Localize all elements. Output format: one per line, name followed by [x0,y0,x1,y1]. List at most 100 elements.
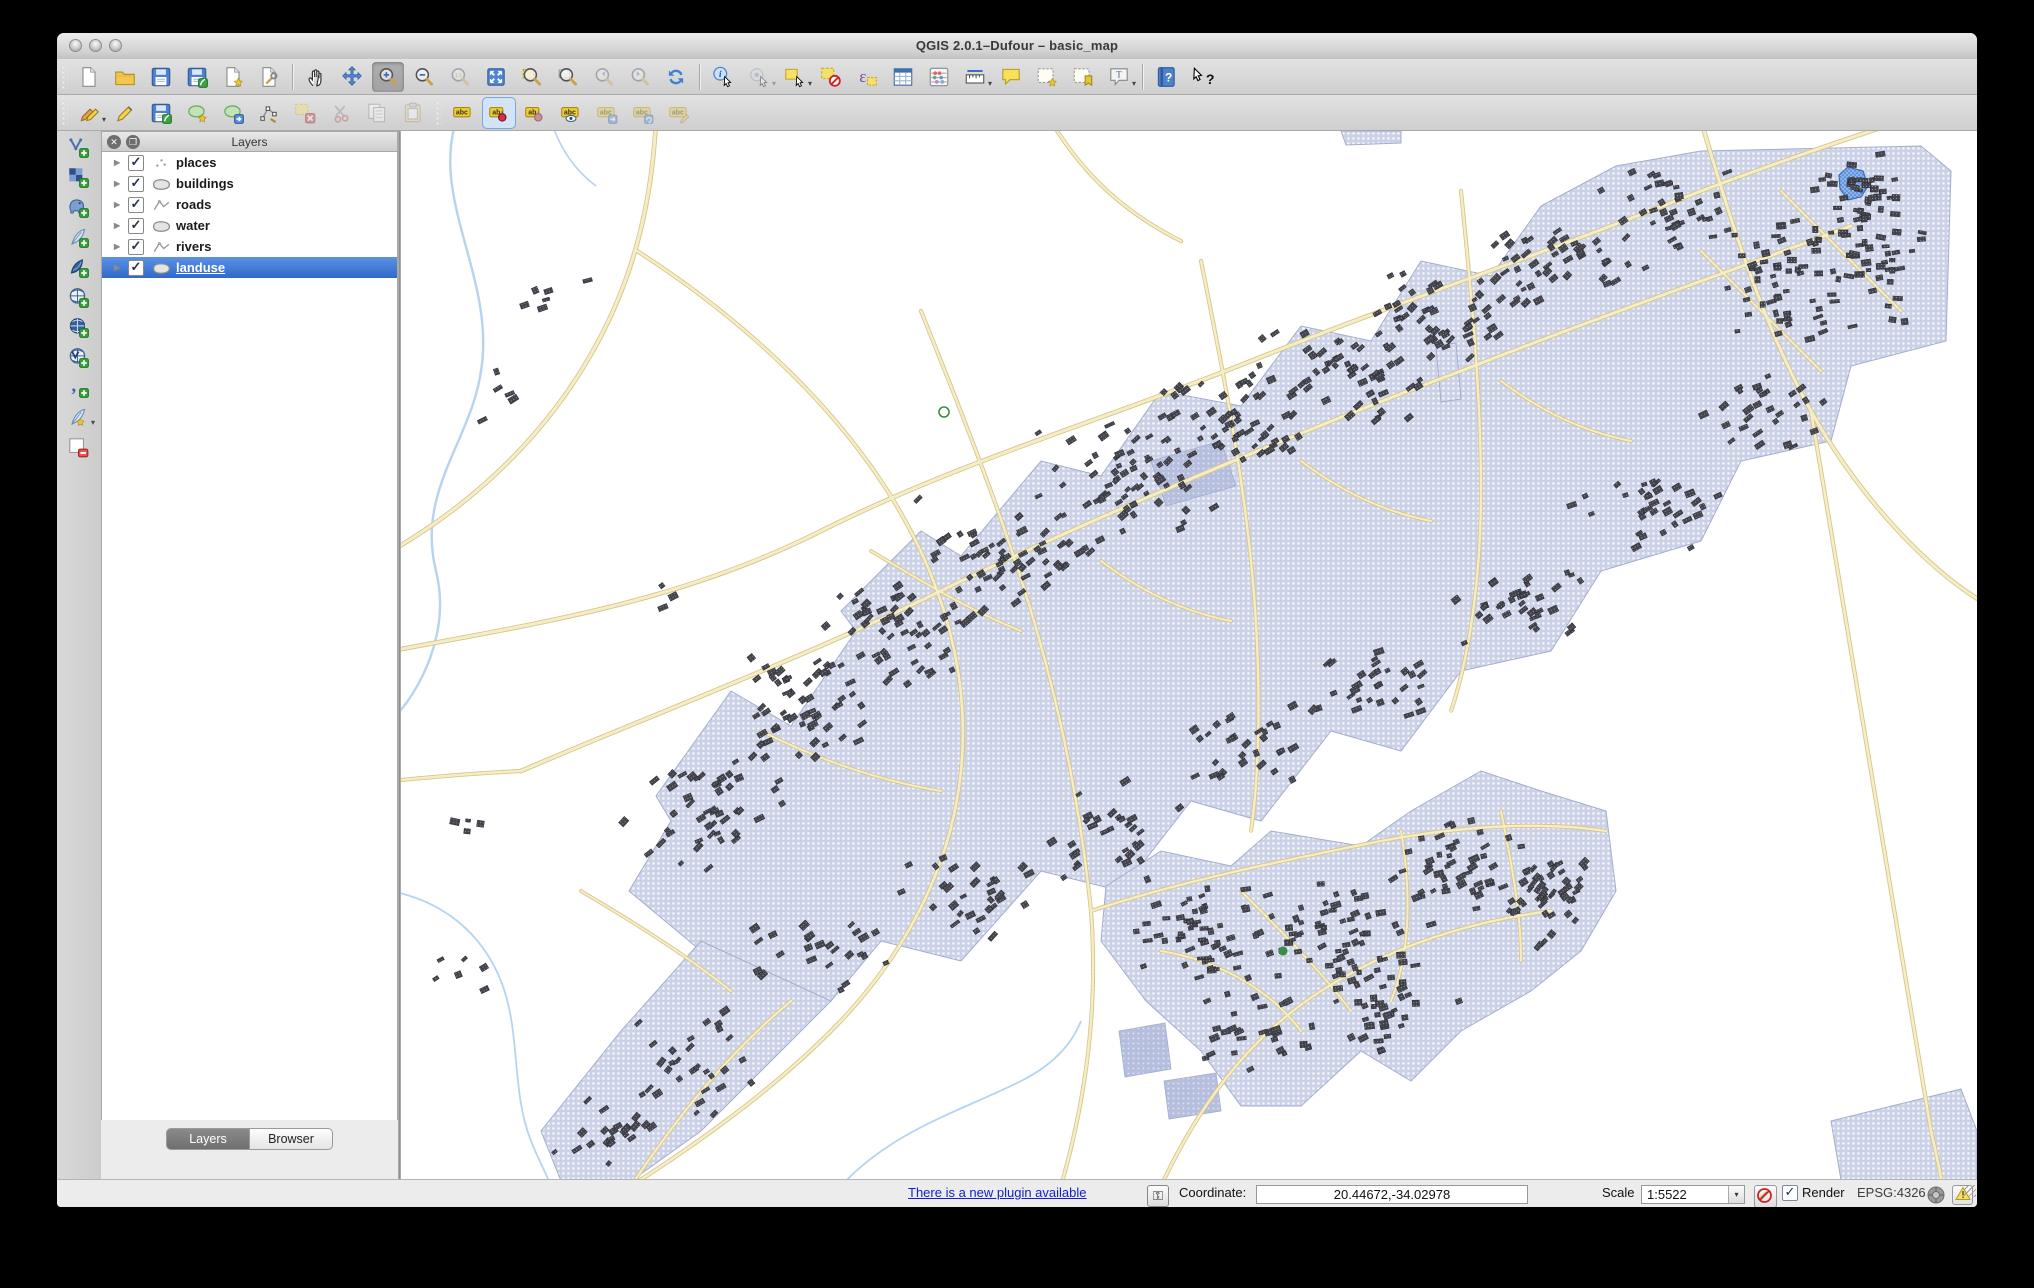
plugin-icon[interactable]: ⚿ [1147,1185,1169,1207]
current-edits-button[interactable]: ▾ [73,98,105,128]
highlight-pinned-labels-button[interactable]: abc [555,98,587,128]
add-wfs-layer-button[interactable] [62,343,94,371]
add-spatialite-layer-button[interactable] [62,223,94,251]
title-bar[interactable]: QGIS 2.0.1–Dufour – basic_map [57,33,1977,60]
save-layer-edits-button[interactable] [145,98,177,128]
add-postgis-layer-button[interactable] [62,193,94,221]
layers-panel-header[interactable]: ✕ ❐ Layers [101,131,398,152]
expand-arrow-icon[interactable]: ▶ [114,179,124,188]
expand-arrow-icon[interactable]: ▶ [114,221,124,230]
zoom-out-button[interactable] [408,62,440,92]
panel-tab-layers[interactable]: Layers [166,1128,250,1150]
paste-features-button [397,98,429,128]
help-contents-button[interactable]: ? [1150,62,1182,92]
layer-row-rivers[interactable]: ▶✓rivers [102,236,397,257]
dropdown-arrow-icon[interactable]: ▾ [808,79,812,88]
layer-labeling-options-button[interactable]: abc [447,98,479,128]
add-vector-layer-icon [66,135,90,159]
pan-to-selection-button[interactable] [336,62,368,92]
scale-dropdown-icon[interactable]: ▾ [1728,1186,1744,1203]
deselect-all-button[interactable] [815,62,847,92]
stop-render-icon[interactable] [1754,1185,1777,1207]
dropdown-arrow-icon[interactable]: ▾ [91,418,95,427]
expand-arrow-icon[interactable]: ▶ [114,200,124,209]
text-annotation-button[interactable]: T▾ [1103,62,1135,92]
dropdown-arrow-icon[interactable]: ▾ [772,79,776,88]
layer-visibility-checkbox[interactable]: ✓ [128,218,144,234]
expand-arrow-icon[interactable]: ▶ [114,263,124,272]
select-features-button[interactable]: ▾ [779,62,811,92]
pin-unpin-labels-button[interactable]: ab [483,98,515,128]
toggle-editing-button[interactable] [109,98,141,128]
layer-visibility-checkbox[interactable]: ✓ [128,176,144,192]
map-canvas[interactable] [401,131,1977,1180]
zoom-last-button [588,62,620,92]
new-spatialite-layer-button[interactable]: ▾ [62,403,94,431]
open-attribute-table-icon [891,65,915,89]
layer-row-water[interactable]: ▶✓water [102,215,397,236]
layer-row-places[interactable]: ▶✓places [102,152,397,173]
add-mssql-layer-button[interactable] [62,253,94,281]
layer-row-roads[interactable]: ▶✓roads [102,194,397,215]
layer-visibility-checkbox[interactable]: ✓ [128,155,144,171]
crs-projector-icon[interactable] [1926,1185,1946,1207]
layer-visibility-checkbox[interactable]: ✓ [128,239,144,255]
new-project-button[interactable] [73,62,105,92]
layer-visibility-checkbox[interactable]: ✓ [128,260,144,276]
zoom-last-icon [592,65,616,89]
layer-row-landuse[interactable]: ▶✓landuse [102,257,397,278]
measure-button[interactable]: ▾ [959,62,991,92]
show-bookmarks-button[interactable] [1067,62,1099,92]
add-raster-layer-button[interactable] [62,163,94,191]
run-feature-action-button: ▾ [743,62,775,92]
move-feature-button[interactable] [217,98,249,128]
zoom-out-icon [412,65,436,89]
open-project-button[interactable] [109,62,141,92]
pan-map-button[interactable] [300,62,332,92]
layer-row-buildings[interactable]: ▶✓buildings [102,173,397,194]
show-hide-labels-button[interactable]: ab [519,98,551,128]
scale-combo[interactable]: 1:5522 ▾ [1641,1185,1745,1204]
dropdown-arrow-icon[interactable]: ▾ [988,79,992,88]
remove-layer-button[interactable] [62,433,94,461]
save-project-as-button[interactable] [181,62,213,92]
refresh-map-button[interactable] [660,62,692,92]
toolbar-grip[interactable] [60,100,68,126]
resize-grip[interactable] [1964,1185,1976,1197]
zoom-full-button[interactable] [480,62,512,92]
new-bookmark-button[interactable] [1031,62,1063,92]
panel-tab-browser[interactable]: Browser [250,1128,333,1150]
map-tips-button[interactable] [995,62,1027,92]
expand-arrow-icon[interactable]: ▶ [114,158,124,167]
zoom-to-selection-button[interactable] [516,62,548,92]
zoom-in-button[interactable] [372,62,404,92]
add-wms-layer-button[interactable] [62,283,94,311]
zoom-to-layer-button[interactable] [552,62,584,92]
new-print-composer-button[interactable] [217,62,249,92]
expand-arrow-icon[interactable]: ▶ [114,242,124,251]
layer-type-line-icon [148,197,174,213]
dropdown-arrow-icon[interactable]: ▾ [102,115,106,124]
composer-manager-button[interactable] [253,62,285,92]
render-checkbox[interactable]: ✓ [1782,1185,1798,1201]
dropdown-arrow-icon[interactable]: ▾ [1132,79,1136,88]
coordinate-input[interactable]: 20.44672,-34.02978 [1256,1185,1528,1204]
select-by-expression-button[interactable]: ε [851,62,883,92]
whats-this-button[interactable]: ? [1186,62,1218,92]
field-calculator-button[interactable] [923,62,955,92]
save-project-button[interactable] [145,62,177,92]
add-spatialite-layer-icon [66,225,90,249]
add-wcs-layer-button[interactable] [62,313,94,341]
add-feature-button[interactable] [181,98,213,128]
open-attribute-table-button[interactable] [887,62,919,92]
add-vector-layer-button[interactable] [62,133,94,161]
toolbar-grip[interactable] [434,100,442,126]
layer-visibility-checkbox[interactable]: ✓ [128,197,144,213]
node-tool-button[interactable] [253,98,285,128]
add-delimited-text-layer-button[interactable]: , [62,373,94,401]
layer-type-polygon-icon [148,260,174,276]
new-plugin-link[interactable]: There is a new plugin available [908,1185,1087,1200]
identify-features-button[interactable]: i [707,62,739,92]
measure-icon [963,65,987,89]
map-render [401,131,1977,1180]
